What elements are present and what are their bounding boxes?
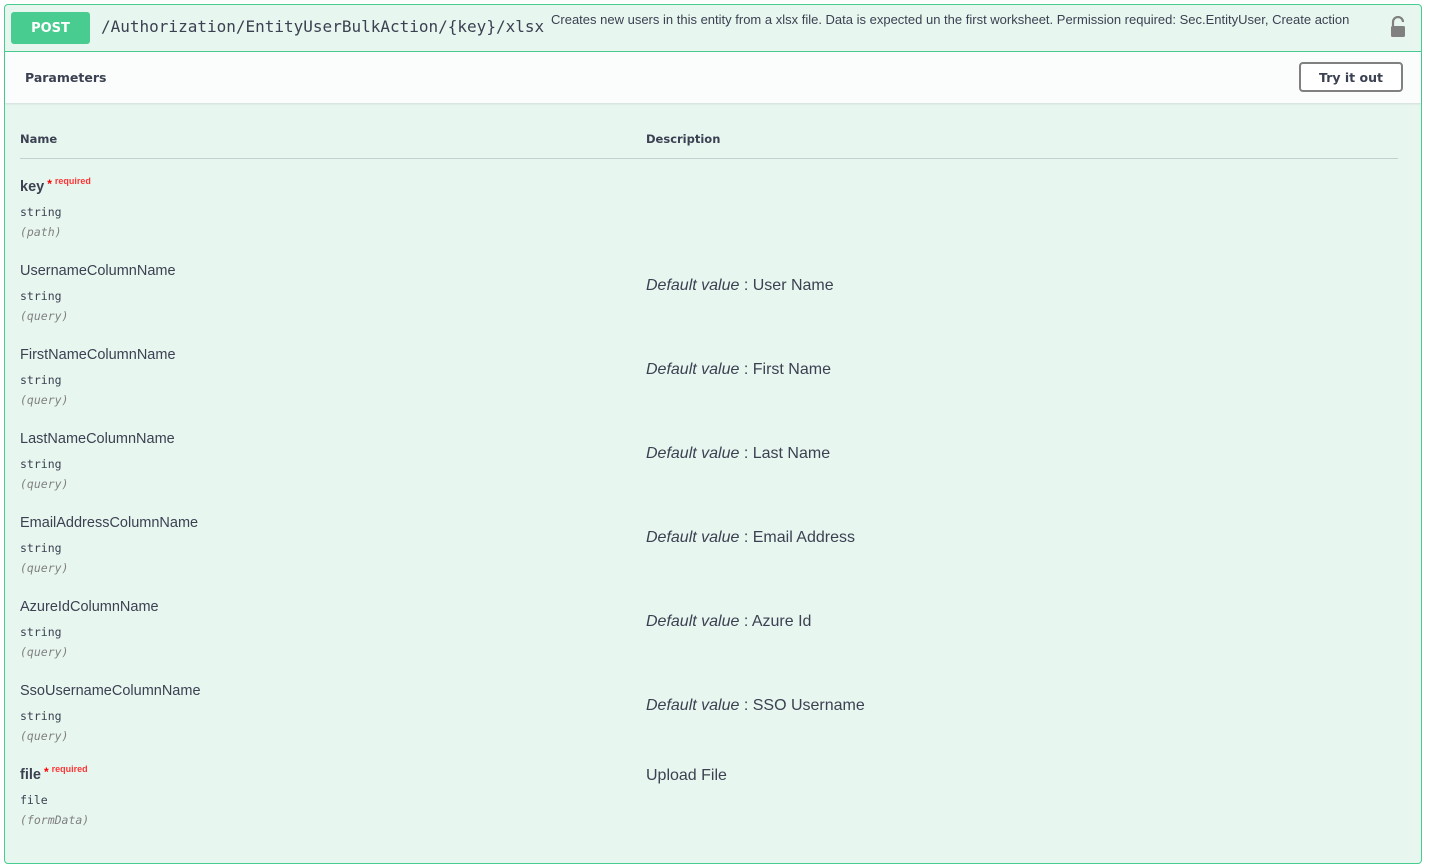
parameter-type: string [20, 541, 62, 555]
endpoint-path: /Authorization/EntityUserBulkAction/{key… [101, 17, 545, 36]
parameter-row-sso-username-column: SsoUsernameColumnName string (query) Def… [20, 683, 1398, 767]
parameter-type: string [20, 709, 62, 723]
default-value-label: Default value [646, 529, 740, 546]
column-header-description: Description [646, 132, 721, 146]
parameter-default: Default value : First Name [646, 361, 831, 379]
parameter-name: key * required [20, 176, 91, 195]
parameter-name: EmailAddressColumnName [20, 515, 199, 531]
parameter-default: Default value : Azure Id [646, 613, 811, 631]
parameter-name: file * required [20, 764, 88, 783]
parameter-row-email-column: EmailAddressColumnName string (query) De… [20, 515, 1398, 599]
default-value-label: Default value [646, 361, 740, 378]
try-it-out-button[interactable]: Try it out [1299, 62, 1403, 92]
parameters-table-header: Name Description [20, 128, 1398, 159]
parameter-name: AzureIdColumnName [20, 599, 159, 615]
default-value-separator: : [739, 361, 753, 378]
parameter-description: Upload File [646, 767, 727, 784]
parameter-name: SsoUsernameColumnName [20, 683, 201, 699]
required-star: * [47, 177, 52, 191]
parameters-title: Parameters [25, 70, 107, 85]
parameter-row-username-column: UsernameColumnName string (query) Defaul… [20, 263, 1398, 347]
parameter-row-key: key * required string (path) [20, 176, 1398, 263]
parameter-location: (query) [20, 309, 69, 323]
parameter-type: string [20, 457, 62, 471]
unlocked-padlock-icon[interactable] [1389, 16, 1407, 38]
parameter-name: LastNameColumnName [20, 431, 175, 447]
parameter-name-text: file [20, 767, 41, 783]
default-value-separator: : [739, 277, 753, 294]
parameter-location: (query) [20, 729, 69, 743]
parameter-location: (query) [20, 645, 69, 659]
required-label: required [51, 764, 88, 774]
default-value-separator: : [739, 613, 752, 630]
parameter-name: UsernameColumnName [20, 263, 176, 279]
parameter-row-file: file * required file (formData) Upload Fil… [20, 764, 1398, 851]
default-value: User Name [752, 277, 834, 294]
parameter-type: string [20, 289, 62, 303]
parameter-type: string [20, 205, 62, 219]
parameter-name-text: key [20, 179, 45, 195]
parameter-default: Default value : User Name [646, 277, 834, 295]
default-value: Azure Id [751, 613, 812, 630]
parameter-type: string [20, 625, 62, 639]
default-value: Email Address [752, 529, 855, 546]
default-value-label: Default value [646, 613, 740, 630]
default-value-separator: : [739, 529, 753, 546]
default-value: Last Name [752, 445, 831, 462]
parameter-row-last-name-column: LastNameColumnName string (query) Defaul… [20, 431, 1398, 515]
parameter-type: string [20, 373, 62, 387]
required-label: required [54, 176, 91, 186]
default-value-label: Default value [646, 277, 740, 294]
parameter-location: (formData) [20, 813, 90, 827]
default-value: SSO Username [752, 697, 865, 714]
parameters-table: Name Description key * required string (pa… [20, 128, 1398, 851]
default-value-separator: : [739, 445, 753, 462]
parameter-row-first-name-column: FirstNameColumnName string (query) Defau… [20, 347, 1398, 431]
parameter-default: Default value : SSO Username [646, 697, 865, 715]
operation-summary[interactable]: POST /Authorization/EntityUserBulkAction… [5, 5, 1421, 52]
parameter-location: (path) [20, 225, 62, 239]
parameters-header: Parameters Try it out [5, 52, 1421, 103]
parameter-location: (query) [20, 393, 69, 407]
operation-description: Creates new users in this entity from a … [551, 12, 1350, 27]
parameter-name: FirstNameColumnName [20, 347, 176, 363]
http-method-badge: POST [11, 12, 90, 44]
parameter-location: (query) [20, 561, 69, 575]
parameter-row-azure-id-column: AzureIdColumnName string (query) Default… [20, 599, 1398, 683]
parameter-type: file [20, 793, 48, 807]
default-value-label: Default value [646, 697, 740, 714]
parameter-location: (query) [20, 477, 69, 491]
column-header-name: Name [20, 132, 58, 146]
parameter-default: Default value : Email Address [646, 529, 855, 547]
required-star: * [43, 765, 49, 779]
default-value-separator: : [739, 697, 753, 714]
default-value: First Name [752, 361, 831, 378]
default-value-label: Default value [646, 445, 740, 462]
parameter-default: Default value : Last Name [646, 445, 830, 463]
